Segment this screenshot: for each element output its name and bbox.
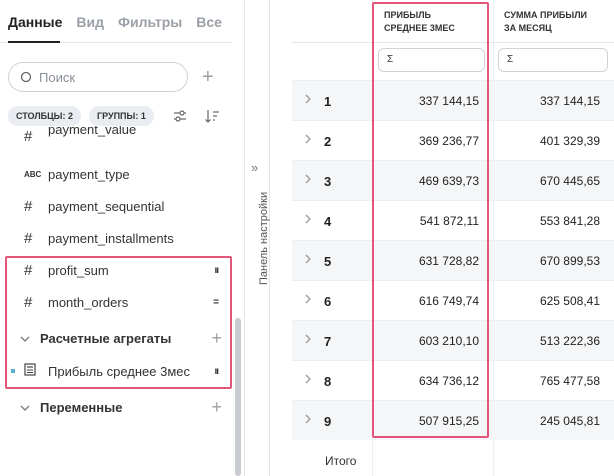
settings-panel-toggle[interactable]: » Панель настройки: [244, 0, 270, 476]
add-field-icon[interactable]: +: [202, 66, 214, 89]
expand-icon[interactable]: »: [251, 160, 258, 175]
row-group-label: 9: [324, 414, 332, 429]
tab-view[interactable]: Вид: [76, 14, 104, 30]
groups-chip[interactable]: ГРУППЫ: 1: [89, 106, 154, 126]
row-group-label: 6: [324, 294, 332, 309]
search-input[interactable]: [39, 69, 179, 85]
text-type-icon: ABC: [24, 169, 42, 179]
header-line: СУММА ПРИБЫЛИ: [504, 10, 587, 20]
chevron-right-icon[interactable]: [304, 293, 312, 308]
data-table: ПРИБЫЛЬ СРЕДНЕЕ 3МЕС СУММА ПРИБЫЛИ ЗА МЕ…: [292, 0, 614, 476]
scrollbar[interactable]: [235, 318, 241, 476]
chevron-right-icon[interactable]: [304, 93, 312, 108]
search-icon: [19, 70, 33, 84]
row-group-label: 4: [324, 214, 332, 229]
profit-sum-cell: 625 508,41: [539, 294, 600, 308]
total-label: Итого: [325, 454, 357, 468]
col-header-profit-sum[interactable]: СУММА ПРИБЫЛИ ЗА МЕСЯЦ: [504, 0, 614, 42]
chevron-right-icon[interactable]: [304, 133, 312, 148]
field-label: payment_sequential: [48, 198, 165, 214]
row-group-label: 2: [324, 134, 332, 149]
settings-panel-label: Панель настройки: [258, 191, 270, 285]
chevron-down-icon[interactable]: [20, 400, 40, 415]
active-tab-underline: [8, 41, 60, 43]
field-label: payment_type: [48, 166, 130, 182]
row-group-label: 8: [324, 374, 332, 389]
chevron-right-icon[interactable]: [304, 413, 312, 428]
tab-bar: Данные Вид Фильтры Все: [8, 14, 222, 30]
highlight-box: [5, 256, 232, 389]
columns-chip[interactable]: СТОЛБЦЫ: 2: [8, 106, 81, 126]
row-group-label: 7: [324, 334, 332, 349]
profit-sum-cell: 513 222,36: [539, 334, 600, 348]
field-label: payment_value: [48, 126, 137, 137]
header-line: ЗА МЕСЯЦ: [504, 23, 552, 33]
number-type-icon: #: [24, 197, 33, 215]
chevron-right-icon[interactable]: [304, 333, 312, 348]
chevron-right-icon[interactable]: [304, 173, 312, 188]
profit-sum-cell: 765 477,58: [539, 374, 600, 388]
number-type-icon: #: [24, 229, 33, 247]
profit-sum-cell: 401 329,39: [539, 134, 600, 148]
app-root: Данные Вид Фильтры Все + СТОЛБЦЫ: 2 ГРУП…: [0, 0, 614, 476]
profit-sum-cell: 670 899,53: [539, 254, 600, 268]
tab-all[interactable]: Все: [196, 14, 222, 30]
chevron-right-icon[interactable]: [304, 373, 312, 388]
chevron-right-icon[interactable]: [304, 253, 312, 268]
field-item[interactable]: # payment_value: [0, 126, 232, 146]
field-item[interactable]: # payment_sequential: [0, 190, 232, 222]
field-item[interactable]: ABC payment_type: [0, 158, 232, 190]
highlight-box: [372, 2, 489, 438]
section-label: Переменные: [40, 399, 123, 415]
variables-section[interactable]: Переменные +: [0, 392, 232, 422]
add-variable-icon[interactable]: +: [211, 397, 222, 418]
row-group-label: 3: [324, 174, 332, 189]
tab-data[interactable]: Данные: [8, 14, 62, 30]
profit-sum-cell: 245 045,81: [539, 414, 600, 428]
profit-sum-cell: 337 144,15: [539, 94, 600, 108]
field-item[interactable]: # payment_installments: [0, 222, 232, 254]
profit-sum-cell: 670 445,65: [539, 174, 600, 188]
chevron-right-icon[interactable]: [304, 213, 312, 228]
left-panel: Данные Вид Фильтры Все + СТОЛБЦЫ: 2 ГРУП…: [0, 0, 244, 476]
row-group-label: 1: [324, 94, 332, 109]
number-type-icon: #: [24, 127, 33, 145]
chip-row: СТОЛБЦЫ: 2 ГРУППЫ: 1: [8, 106, 154, 126]
row-group-label: 5: [324, 254, 332, 269]
search-box[interactable]: [8, 62, 188, 92]
tab-filters[interactable]: Фильтры: [118, 14, 182, 30]
profit-sum-cell: 553 841,28: [539, 214, 600, 228]
col2-aggregate-filter[interactable]: Σ: [498, 48, 608, 72]
field-label: payment_installments: [48, 230, 174, 246]
